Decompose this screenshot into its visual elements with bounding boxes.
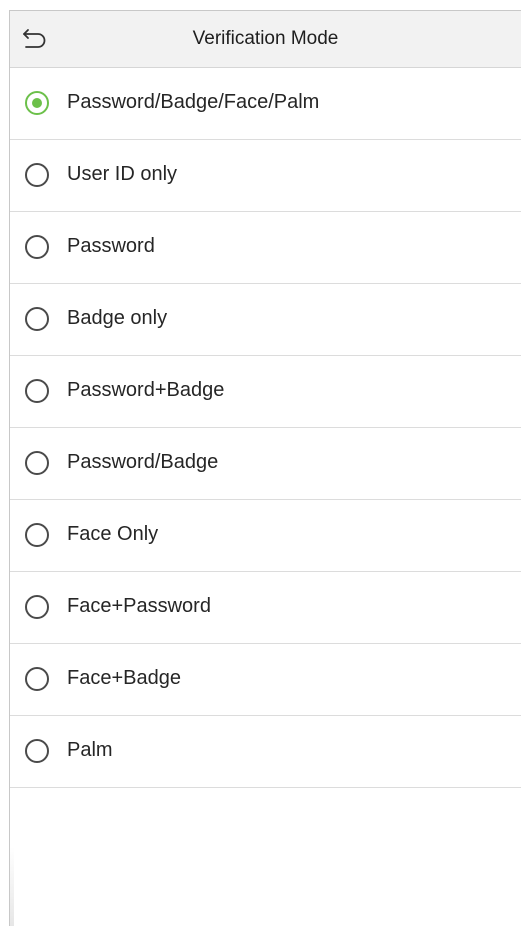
option-label: Password/Badge/Face/Palm	[67, 91, 320, 113]
option-label: Face+Password	[67, 595, 211, 617]
radio-button[interactable]	[25, 667, 49, 691]
radio-dot-icon	[32, 98, 42, 108]
radio-button[interactable]	[25, 163, 49, 187]
option-label: Password+Badge	[67, 379, 225, 401]
option-label: Face Only	[67, 523, 159, 545]
option-row[interactable]: Face Only	[10, 500, 521, 572]
option-label: Palm	[67, 739, 113, 761]
option-row[interactable]: Face+Badge	[10, 644, 521, 716]
option-label: Password	[67, 235, 155, 257]
option-label: User ID only	[67, 163, 178, 185]
option-label: Face+Badge	[67, 667, 181, 689]
option-label: Badge only	[67, 307, 168, 329]
radio-button[interactable]	[25, 91, 49, 115]
radio-button[interactable]	[25, 235, 49, 259]
radio-button[interactable]	[25, 451, 49, 475]
option-row[interactable]: Palm	[10, 716, 521, 788]
page-title: Verification Mode	[192, 28, 339, 49]
radio-button[interactable]	[25, 595, 49, 619]
edge-shadow	[10, 847, 14, 926]
radio-button[interactable]	[25, 307, 49, 331]
radio-button[interactable]	[25, 379, 49, 403]
option-row[interactable]: Password+Badge	[10, 356, 521, 428]
header-bar: Verification Mode	[10, 11, 521, 68]
option-label: Password/Badge	[67, 451, 219, 473]
radio-button[interactable]	[25, 523, 49, 547]
option-row[interactable]: User ID only	[10, 140, 521, 212]
verification-mode-screen: Verification Mode Password/Badge/Face/Pa…	[9, 10, 521, 926]
option-row[interactable]: Password	[10, 212, 521, 284]
option-row[interactable]: Face+Password	[10, 572, 521, 644]
option-row[interactable]: Password/Badge	[10, 428, 521, 500]
option-row[interactable]: Badge only	[10, 284, 521, 356]
option-row[interactable]: Password/Badge/Face/Palm	[10, 68, 521, 140]
verification-mode-list: Password/Badge/Face/Palm User ID only Pa…	[10, 68, 521, 788]
radio-button[interactable]	[25, 739, 49, 763]
